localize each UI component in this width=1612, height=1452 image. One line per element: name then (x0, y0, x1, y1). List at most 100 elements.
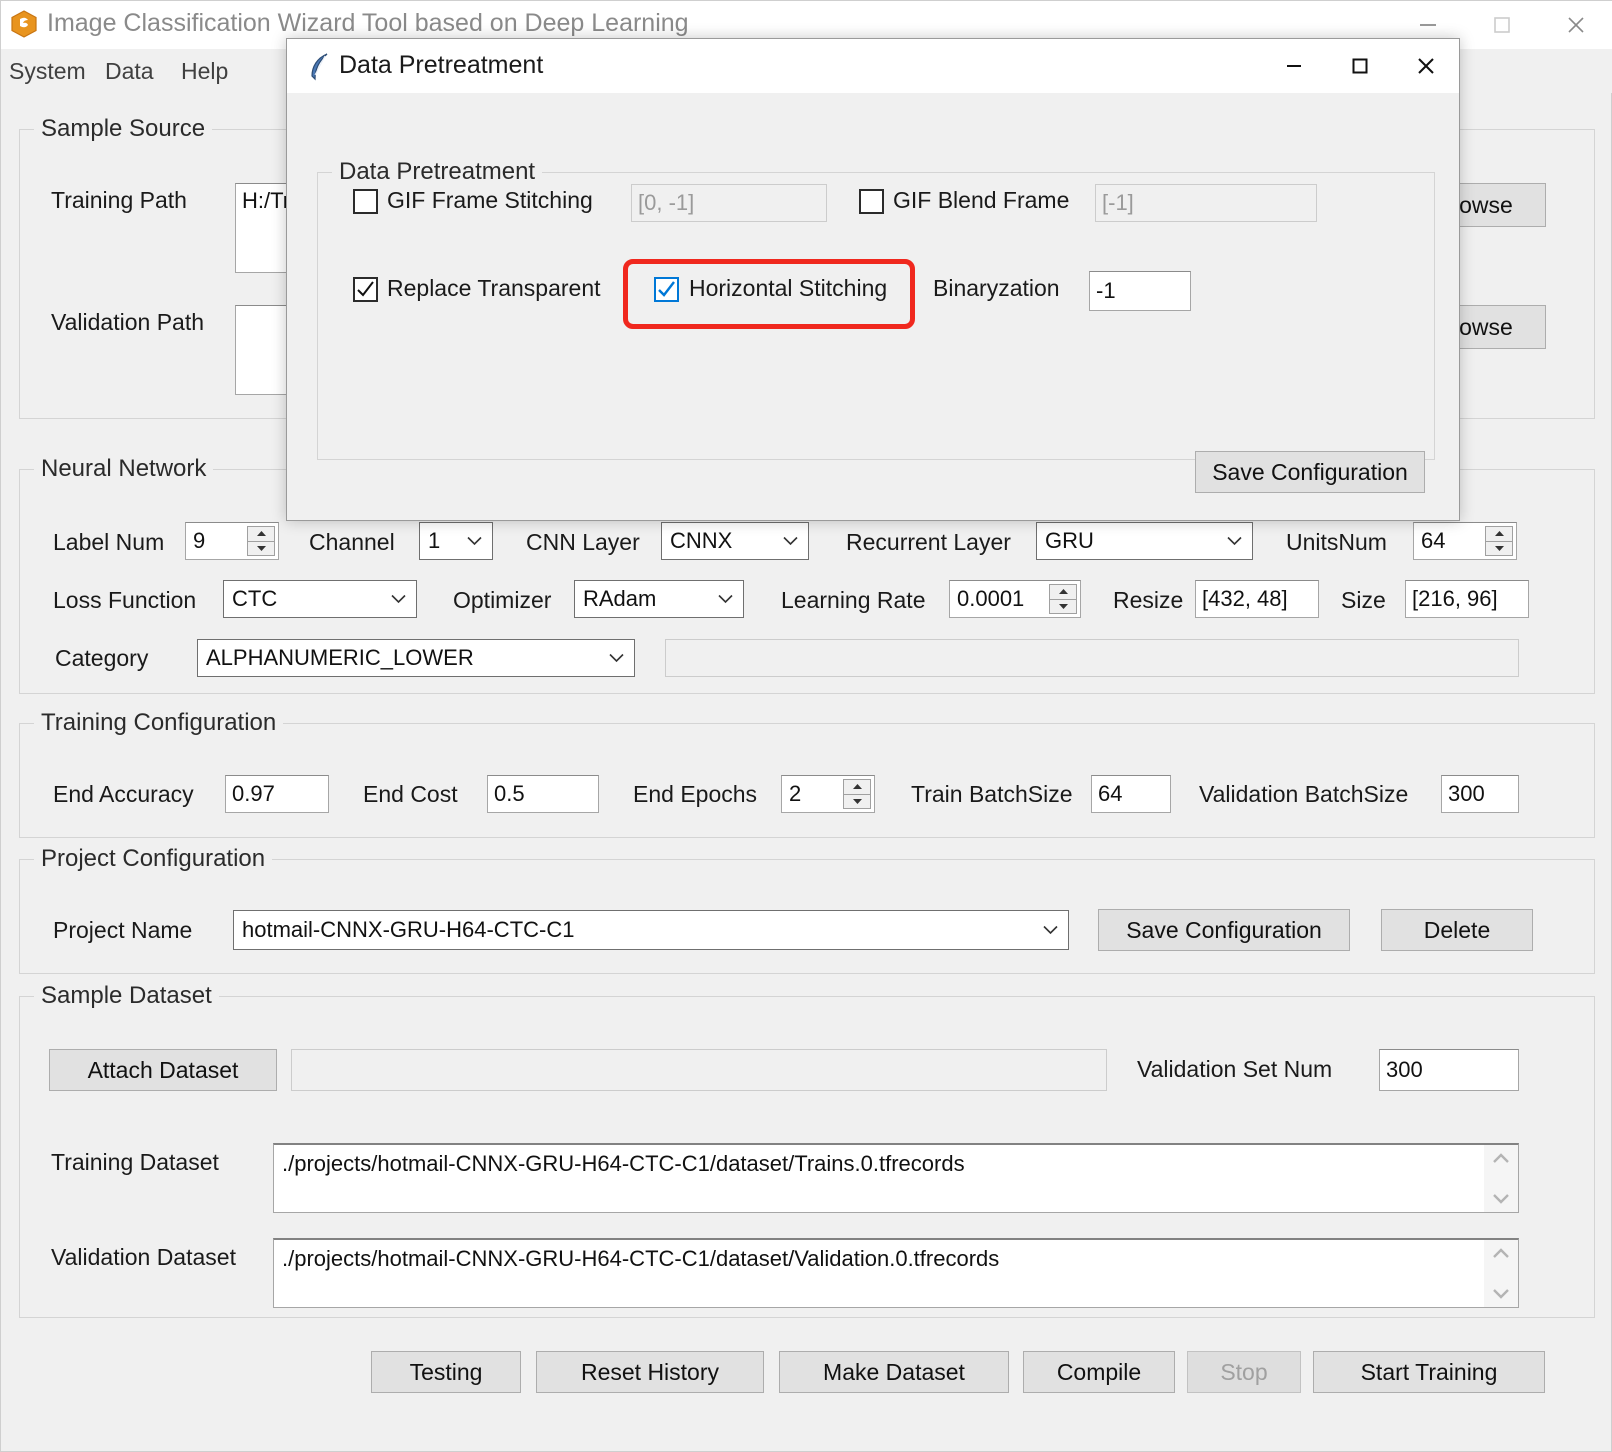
chevron-down-icon[interactable] (1492, 1193, 1510, 1204)
chevron-down-icon (783, 536, 798, 546)
label-num-label: Label Num (53, 529, 165, 555)
menu-item-system[interactable]: System (9, 58, 86, 85)
label-num-spin-up[interactable] (247, 526, 275, 541)
train-batchsize-label: Train BatchSize (911, 781, 1073, 807)
size-label: Size (1341, 587, 1386, 613)
learning-rate-spin-buttons[interactable] (1049, 584, 1077, 614)
dialog-group-title: Data Pretreatment (332, 158, 543, 186)
menu-item-data[interactable]: Data (105, 58, 154, 85)
category-extra-input[interactable] (665, 639, 1519, 677)
testing-button[interactable]: Testing (371, 1351, 521, 1393)
gif-blend-frame-input[interactable]: [-1] (1095, 184, 1317, 222)
resize-input[interactable]: [432, 48] (1195, 580, 1319, 618)
make-dataset-button[interactable]: Make Dataset (779, 1351, 1009, 1393)
label-num-spin-down[interactable] (247, 540, 275, 556)
channel-value: 1 (428, 528, 441, 553)
gif-frame-stitching-input[interactable]: [0, -1] (631, 184, 827, 222)
validation-dataset-textarea[interactable]: ./projects/hotmail-CNNX-GRU-H64-CTC-C1/d… (273, 1238, 1519, 1308)
learning-rate-spinner[interactable]: 0.0001 (949, 580, 1081, 618)
optimizer-select[interactable]: RAdam (574, 580, 744, 618)
chevron-down-icon (609, 653, 624, 663)
minimize-icon[interactable] (1261, 39, 1327, 93)
binaryzation-label: Binaryzation (933, 275, 1060, 301)
chevron-up-icon[interactable] (1492, 1248, 1510, 1259)
resize-label: Resize (1113, 587, 1184, 613)
close-icon[interactable] (1393, 39, 1459, 93)
horizontal-stitching-checkbox[interactable] (654, 277, 679, 302)
project-name-select[interactable]: hotmail-CNNX-GRU-H64-CTC-C1 (233, 910, 1069, 950)
chevron-down-icon (391, 594, 406, 604)
chevron-up-icon[interactable] (1492, 1153, 1510, 1164)
size-input[interactable]: [216, 96] (1405, 580, 1529, 618)
end-cost-input[interactable]: 0.5 (487, 775, 599, 813)
chevron-down-icon (1227, 536, 1242, 546)
data-pretreatment-dialog: Data Pretreatment Data Pretreatment GIF … (286, 38, 1460, 521)
channel-select[interactable]: 1 (419, 522, 493, 560)
end-accuracy-label: End Accuracy (53, 781, 194, 807)
project-name-label: Project Name (53, 917, 193, 943)
loss-function-select[interactable]: CTC (223, 580, 417, 618)
learning-rate-spin-down[interactable] (1049, 598, 1077, 614)
feather-icon (307, 51, 333, 81)
learning-rate-value: 0.0001 (957, 586, 1025, 611)
gif-blend-frame-checkbox[interactable] (859, 189, 884, 214)
gif-frame-stitching-checkbox[interactable] (353, 189, 378, 214)
validation-set-num-label: Validation Set Num (1137, 1056, 1333, 1082)
menu-item-help[interactable]: Help (181, 58, 228, 85)
recurrent-layer-select[interactable]: GRU (1036, 522, 1253, 560)
units-num-value: 64 (1421, 528, 1446, 553)
compile-button[interactable]: Compile (1023, 1351, 1175, 1393)
close-icon[interactable] (1539, 1, 1612, 49)
end-epochs-spin-buttons[interactable] (843, 779, 871, 809)
project-delete-button[interactable]: Delete (1381, 909, 1533, 951)
replace-transparent-checkbox[interactable] (353, 277, 378, 302)
end-epochs-spin-down[interactable] (843, 793, 871, 809)
label-num-spinner[interactable]: 9 (185, 522, 279, 560)
train-batchsize-input[interactable]: 64 (1091, 775, 1171, 813)
validation-batchsize-input[interactable]: 300 (1441, 775, 1519, 813)
attach-dataset-path-input[interactable] (291, 1049, 1107, 1091)
project-save-configuration-button[interactable]: Save Configuration (1098, 909, 1350, 951)
end-cost-label: End Cost (363, 781, 458, 807)
cnn-layer-select[interactable]: CNNX (661, 522, 809, 560)
chevron-down-icon (718, 594, 733, 604)
recurrent-layer-label: Recurrent Layer (846, 529, 1011, 555)
units-num-spin-down[interactable] (1485, 540, 1513, 556)
sample-dataset-title: Sample Dataset (34, 982, 219, 1010)
recurrent-layer-value: GRU (1045, 528, 1094, 553)
training-configuration-title: Training Configuration (34, 709, 284, 737)
maximize-icon[interactable] (1465, 1, 1539, 49)
optimizer-label: Optimizer (453, 587, 552, 613)
attach-dataset-button[interactable]: Attach Dataset (49, 1049, 277, 1091)
end-epochs-spin-up[interactable] (843, 779, 871, 794)
units-num-spin-up[interactable] (1485, 526, 1513, 541)
dialog-save-configuration-button[interactable]: Save Configuration (1195, 451, 1425, 493)
stop-button[interactable]: Stop (1187, 1351, 1301, 1393)
binaryzation-input[interactable]: -1 (1089, 271, 1191, 311)
reset-history-button[interactable]: Reset History (536, 1351, 764, 1393)
training-dataset-label: Training Dataset (51, 1149, 219, 1175)
application-window: Image Classification Wizard Tool based o… (0, 0, 1612, 1452)
training-dataset-scrollbar[interactable] (1484, 1145, 1518, 1212)
training-path-label: Training Path (51, 187, 187, 213)
maximize-icon[interactable] (1327, 39, 1393, 93)
end-epochs-spinner[interactable]: 2 (781, 775, 875, 813)
channel-label: Channel (309, 529, 395, 555)
validation-set-num-input[interactable]: 300 (1379, 1049, 1519, 1091)
start-training-button[interactable]: Start Training (1313, 1351, 1545, 1393)
units-num-spinner[interactable]: 64 (1413, 522, 1517, 560)
replace-transparent-label: Replace Transparent (387, 275, 601, 301)
label-num-spin-buttons[interactable] (247, 526, 275, 556)
validation-dataset-value: ./projects/hotmail-CNNX-GRU-H64-CTC-C1/d… (282, 1246, 1000, 1271)
end-epochs-value: 2 (789, 781, 802, 806)
training-dataset-textarea[interactable]: ./projects/hotmail-CNNX-GRU-H64-CTC-C1/d… (273, 1143, 1519, 1213)
validation-dataset-scrollbar[interactable] (1484, 1240, 1518, 1307)
units-num-spin-buttons[interactable] (1485, 526, 1513, 556)
end-accuracy-input[interactable]: 0.97 (225, 775, 329, 813)
project-name-value: hotmail-CNNX-GRU-H64-CTC-C1 (242, 917, 575, 942)
category-select[interactable]: ALPHANUMERIC_LOWER (197, 639, 635, 677)
learning-rate-spin-up[interactable] (1049, 584, 1077, 599)
horizontal-stitching-label: Horizontal Stitching (689, 275, 888, 301)
chevron-down-icon[interactable] (1492, 1288, 1510, 1299)
validation-batchsize-label: Validation BatchSize (1199, 781, 1409, 807)
